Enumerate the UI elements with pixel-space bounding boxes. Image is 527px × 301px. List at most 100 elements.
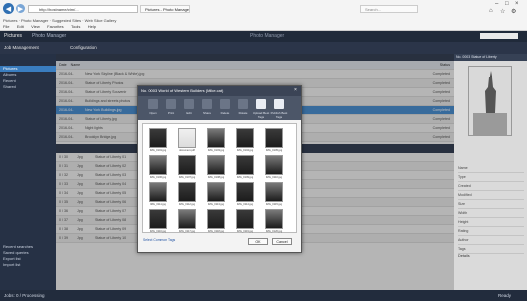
toolbar-icon[interactable] bbox=[202, 99, 212, 109]
properties-list: Name Type Created Modified Size Width Height Ra… bbox=[458, 164, 524, 254]
app-header: Pictures Photo Manager Photo Manager bbox=[0, 31, 527, 42]
home-icon[interactable]: ⌂ bbox=[489, 8, 493, 14]
menu-help[interactable]: Help bbox=[88, 24, 96, 29]
toolbar-icon[interactable] bbox=[184, 99, 194, 109]
favorite-link[interactable]: Photo Manager bbox=[21, 18, 48, 23]
photo-thumbnail[interactable] bbox=[265, 182, 283, 202]
toolbar-icon[interactable] bbox=[274, 99, 284, 109]
photo-thumbnail[interactable] bbox=[149, 209, 167, 229]
favorite-link[interactable]: Suggested Sites bbox=[52, 18, 81, 23]
close-icon[interactable]: × bbox=[515, 1, 519, 7]
property-label: Height bbox=[458, 218, 524, 227]
photo-thumbnail[interactable] bbox=[265, 128, 283, 148]
cancel-button[interactable]: Cancel bbox=[272, 238, 292, 245]
photo-thumbnail[interactable] bbox=[207, 128, 225, 148]
user-box[interactable] bbox=[480, 33, 518, 39]
thumbnail-caption: IMG_0112.jpg bbox=[178, 203, 196, 206]
status-right: Ready bbox=[498, 293, 512, 298]
thumbnail-caption: IMG_0119.jpg bbox=[236, 230, 254, 233]
sidebar-item-shared[interactable]: Shared bbox=[0, 84, 56, 90]
back-icon[interactable]: ◀ bbox=[3, 3, 14, 14]
toolbar-icon[interactable] bbox=[148, 99, 158, 109]
photo-thumbnail[interactable] bbox=[207, 182, 225, 202]
photo-thumbnail[interactable] bbox=[149, 128, 167, 148]
property-label: Created bbox=[458, 182, 524, 191]
menu-file[interactable]: File bbox=[3, 24, 9, 29]
thumbnail-caption: IMG_0105.jpg bbox=[265, 149, 283, 152]
dialog-toolbar: Open Print Edit Share Delete Rotate Upload Bes… bbox=[138, 96, 301, 120]
maximize-icon[interactable]: □ bbox=[505, 1, 509, 7]
photo-thumbnail[interactable] bbox=[178, 182, 196, 202]
thumbnail-caption: IMG_0111.jpg bbox=[150, 203, 166, 206]
thumbnail-caption: IMG_0110.jpg bbox=[265, 176, 283, 179]
photo-thumbnail[interactable] bbox=[265, 155, 283, 175]
thumbnail-caption: IMG_0114.jpg bbox=[236, 203, 254, 206]
toolbar-icon[interactable] bbox=[238, 99, 248, 109]
search-box[interactable]: Search... bbox=[360, 5, 418, 13]
minimize-icon[interactable]: – bbox=[495, 1, 498, 7]
menu-tools[interactable]: Tools bbox=[71, 24, 80, 29]
toolbar-icon[interactable] bbox=[166, 99, 176, 109]
photo-thumbnail[interactable] bbox=[207, 155, 225, 175]
left-panel-footer: Recent searches Saved queries Export lis… bbox=[0, 244, 56, 268]
thumbnail-caption: IMG_0101.jpg bbox=[149, 149, 167, 152]
photo-thumbnail[interactable] bbox=[236, 209, 254, 229]
photo-thumbnail[interactable] bbox=[236, 155, 254, 175]
menu-view[interactable]: View bbox=[31, 24, 40, 29]
details-heading: Details bbox=[458, 254, 470, 258]
photo-thumbnail[interactable] bbox=[178, 209, 196, 229]
forward-icon[interactable]: ▶ bbox=[16, 4, 25, 13]
browser-tab[interactable]: Pictures - Photo Manager bbox=[140, 5, 190, 13]
toolbar-icon[interactable] bbox=[256, 99, 266, 109]
status-left: Jobs: 0 / Processing bbox=[4, 293, 45, 298]
toolbar-label: Publish Best Tags bbox=[270, 111, 288, 119]
property-label: Modified bbox=[458, 191, 524, 200]
address-bar[interactable]: http://hostname/ctm/... bbox=[28, 5, 138, 13]
gear-icon[interactable]: ⚙ bbox=[511, 8, 516, 15]
app-subtitle: Photo Manager bbox=[32, 33, 67, 39]
tab-configuration[interactable]: Configuration bbox=[70, 45, 97, 50]
photo-thumbnail[interactable] bbox=[265, 209, 283, 229]
property-label: Name bbox=[458, 164, 524, 173]
dialog-title: No. 0003 World of Western Builders (Mike… bbox=[138, 86, 301, 96]
property-label: Tags bbox=[458, 245, 524, 254]
menu-favorites[interactable]: Favorites bbox=[47, 24, 63, 29]
property-label: Width bbox=[458, 209, 524, 218]
favorite-link[interactable]: Web Slice Gallery bbox=[85, 18, 117, 23]
thumbnail-caption: IMG_0107.jpg bbox=[178, 176, 196, 179]
star-icon[interactable]: ☆ bbox=[500, 8, 505, 15]
thumbnail-caption: IMG_0106.jpg bbox=[149, 176, 167, 179]
thumbnail-caption: IMG_0116.jpg bbox=[149, 230, 167, 233]
toolbar-icon[interactable] bbox=[220, 99, 230, 109]
property-label: Size bbox=[458, 200, 524, 209]
menu-bar: File Edit View Favorites Tools Help bbox=[3, 24, 102, 30]
photo-thumbnail[interactable] bbox=[149, 155, 167, 175]
app-center-title: Photo Manager bbox=[250, 33, 285, 39]
thumbnail-caption: IMG_0103.jpg bbox=[207, 149, 225, 152]
tags-dialog: No. 0003 World of Western Builders (Mike… bbox=[137, 85, 302, 253]
tab-job-management[interactable]: Job Management bbox=[4, 45, 39, 50]
photo-thumbnail[interactable] bbox=[178, 155, 196, 175]
favorite-link[interactable]: Pictures bbox=[3, 18, 17, 23]
thumbnail-caption: IMG_0115.jpg bbox=[265, 203, 283, 206]
photo-thumbnail[interactable] bbox=[236, 182, 254, 202]
browser-chrome: ◀ ▶ http://hostname/ctm/... Pictures - P… bbox=[0, 0, 527, 31]
status-bar: Jobs: 0 / Processing Ready bbox=[0, 290, 527, 301]
app-tabs: Job Management Configuration bbox=[0, 42, 527, 54]
select-tags-link[interactable]: Select Common Tags bbox=[143, 238, 175, 242]
preview-image bbox=[468, 66, 512, 136]
photo-thumbnail[interactable] bbox=[236, 128, 254, 148]
thumbnail-caption: IMG_0117.jpg bbox=[178, 230, 196, 233]
footer-link[interactable]: Import list bbox=[0, 262, 56, 268]
thumbnail-caption: IMG_0104.jpg bbox=[236, 149, 254, 152]
property-label: Author bbox=[458, 236, 524, 245]
left-panel: Pictures Albums Recent Shared Recent sea… bbox=[0, 54, 56, 290]
photo-thumbnail[interactable] bbox=[178, 128, 196, 148]
menu-edit[interactable]: Edit bbox=[17, 24, 24, 29]
photo-thumbnail[interactable] bbox=[149, 182, 167, 202]
ok-button[interactable]: OK bbox=[248, 238, 268, 245]
photo-thumbnail[interactable] bbox=[207, 209, 225, 229]
close-icon[interactable]: × bbox=[294, 87, 297, 93]
app-title: Pictures bbox=[4, 33, 23, 39]
thumbnail-caption: IMG_0109.jpg bbox=[236, 176, 254, 179]
